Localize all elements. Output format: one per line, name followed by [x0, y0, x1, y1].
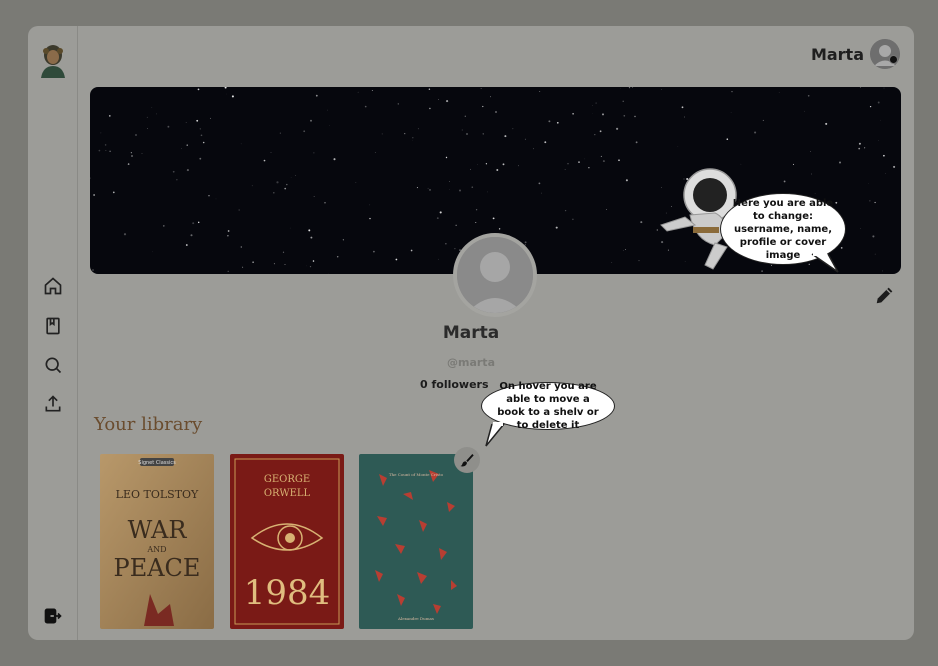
- followers-count[interactable]: 0 followers: [420, 378, 489, 391]
- logo[interactable]: [39, 42, 67, 78]
- book-author: Alexandre Dumas: [397, 616, 434, 621]
- upload-icon[interactable]: [43, 394, 63, 414]
- book-title-line3: PEACE: [114, 554, 201, 582]
- profile-avatar[interactable]: [453, 233, 537, 317]
- brush-icon[interactable]: [454, 447, 480, 473]
- home-icon[interactable]: [43, 276, 63, 296]
- header-username[interactable]: Marta: [811, 45, 864, 64]
- status-badge: [889, 55, 898, 64]
- profile-handle: @marta: [447, 356, 495, 369]
- book-author: LEO TOLSTOY: [116, 488, 199, 501]
- book-title: The Count of Monte Cristo: [389, 472, 444, 477]
- book-title-line2: AND: [146, 545, 166, 554]
- book-author-line1: GEORGE: [264, 474, 310, 485]
- book-title: 1984: [244, 573, 331, 613]
- logout-icon[interactable]: [43, 606, 63, 626]
- profile-name: Marta: [442, 323, 500, 343]
- book-tip-tail: [485, 422, 505, 447]
- header-avatar[interactable]: [870, 39, 900, 69]
- book-war-and-peace[interactable]: Signet Classics LEO TOLSTOY WAR AND PEAC…: [100, 454, 214, 629]
- library-title: Your library: [94, 414, 203, 435]
- book-author-line2: ORWELL: [264, 488, 311, 499]
- app-window: Marta Marta @marta 0 followers Your libr…: [28, 26, 914, 640]
- cover-tip-tail: [811, 252, 839, 273]
- book-title-line1: WAR: [128, 516, 188, 544]
- book-publisher: Signet Classics: [138, 460, 176, 466]
- pencil-icon[interactable]: [874, 284, 896, 306]
- book-1984[interactable]: GEORGE ORWELL 1984: [230, 454, 344, 629]
- book-count-of-monte-cristo[interactable]: The Count of Monte Cristo Alexandre Duma…: [359, 454, 473, 629]
